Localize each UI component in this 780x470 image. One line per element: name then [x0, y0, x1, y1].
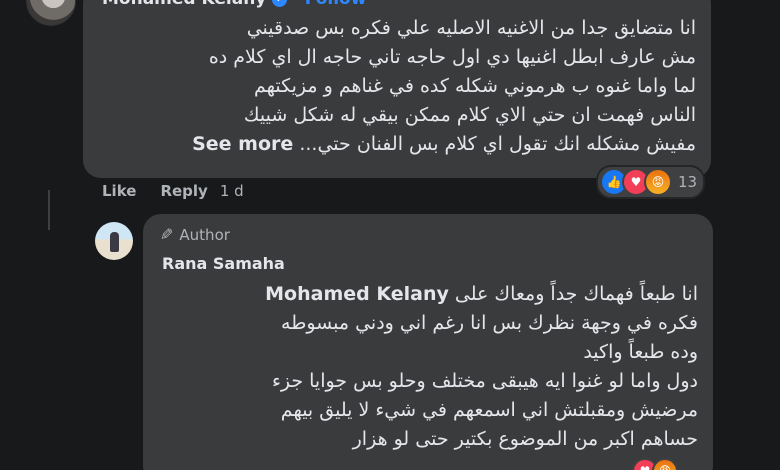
reply-line: حساهم اكبر من الموضوع بكتير حتى لو هزار: [352, 428, 698, 450]
reply-author-avatar[interactable]: [95, 222, 133, 260]
follow-button[interactable]: Follow: [305, 0, 367, 9]
reply-line: وده طبعاً واكيد: [583, 341, 698, 363]
comment-text: انا متضايق جدا من الاغنيه الاصليه علي فك…: [100, 14, 696, 159]
comment-line: لما واما غنوه ب هرموني شكله كده في غناهم…: [254, 75, 696, 97]
reply-reaction-summary[interactable]: ♥ 😡: [632, 458, 678, 470]
pencil-icon: ✎: [160, 225, 174, 244]
reply-line: دول واما لو غنوا ايه هيبقى مختلف وحلو بس…: [271, 370, 698, 392]
reply-author-name[interactable]: Rana Samaha: [162, 254, 285, 273]
comment-author-name[interactable]: Mohamed Kelany: [102, 0, 266, 9]
verified-badge-icon: ✓: [272, 0, 288, 7]
comment-actions: Like Reply 1 d: [102, 182, 244, 200]
comments-panel: Mohamed Kelany ✓ · Follow انا متضايق جدا…: [0, 0, 780, 470]
comment-line-text: مفيش مشكله انك تقول اي كلام بس الفنان حت…: [299, 133, 696, 155]
comment-header: Mohamed Kelany ✓ · Follow: [102, 0, 366, 11]
avatar-figure: [110, 232, 119, 252]
author-badge-label: Author: [179, 225, 230, 244]
like-button[interactable]: Like: [102, 182, 136, 200]
reply-button[interactable]: Reply: [160, 182, 207, 200]
comment-timestamp[interactable]: 1 d: [220, 182, 244, 200]
angry-icon: 😡: [652, 458, 678, 470]
comment-line: الناس فهمت ان حتي الاي كلام ممكن بيقي له…: [243, 104, 696, 126]
see-more-link[interactable]: See more: [192, 133, 293, 155]
comment-line: مش عارف ابطل اغنيها دي اول حاجه تاني حاج…: [208, 46, 696, 68]
comment-line: انا متضايق جدا من الاغنيه الاصليه علي فك…: [246, 17, 696, 39]
mention-link[interactable]: Mohamed Kelany: [265, 283, 449, 305]
reaction-summary[interactable]: 👍 ♥ 😡 13: [596, 165, 706, 199]
separator-dot: ·: [293, 0, 298, 9]
reaction-count: 13: [678, 173, 698, 191]
reply-line: فكره في وجهة نظرك بس انا رغم اني ودني مب…: [281, 312, 698, 334]
angry-icon: 😡: [644, 168, 672, 196]
thread-connector: [48, 190, 50, 230]
reply-text: انا طبعاً فهماك جداً ومعاك على Mohamed K…: [150, 280, 698, 454]
author-badge: ✎ Author: [160, 225, 230, 244]
reply-line-text: انا طبعاً فهماك جداً ومعاك على: [454, 283, 698, 305]
commenter-avatar[interactable]: [26, 0, 76, 26]
reply-line: مرضيش ومقبلتش اني اسمعهم في شيء لا يليق …: [280, 399, 698, 421]
comment-line-last: مفيش مشكله انك تقول اي كلام بس الفنان حت…: [100, 130, 696, 159]
reply-line-first: انا طبعاً فهماك جداً ومعاك على Mohamed K…: [150, 280, 698, 309]
